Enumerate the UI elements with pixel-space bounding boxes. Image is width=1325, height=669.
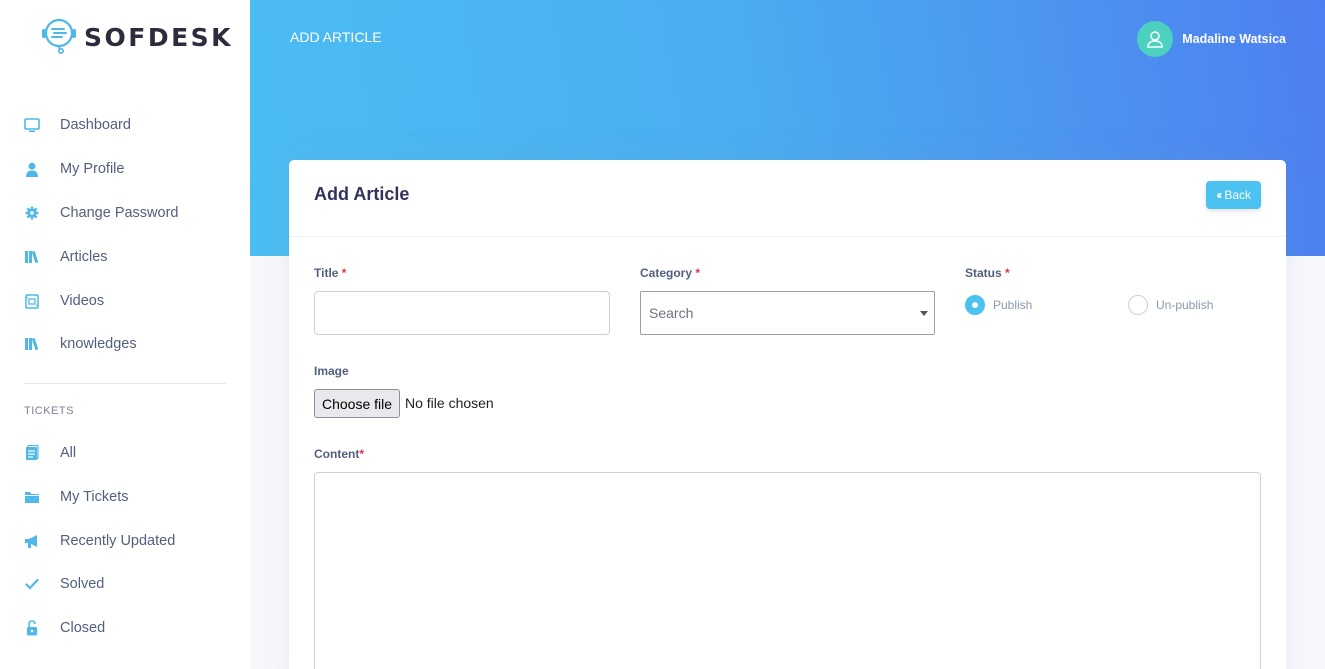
check-icon [22,574,42,594]
brand-name: SOFDESK [84,23,234,52]
status-radio-publish[interactable]: Publish [965,295,1032,315]
user-icon [22,159,42,179]
sidebar-item-closed[interactable]: Closed [0,610,250,646]
sidebar-item-label: All [60,445,77,461]
video-icon [22,291,42,311]
category-select[interactable]: Search [640,291,935,335]
content-label-text: Content [314,447,360,461]
required-mark: * [359,447,364,461]
sidebar: SOFDESK Dashboard My Profile Change Pass… [0,0,250,669]
sidebar-item-dashboard[interactable]: Dashboard [0,107,250,143]
sidebar-divider [24,383,226,384]
category-label: Category * [640,266,700,280]
sidebar-item-all-tickets[interactable]: All [0,435,250,471]
back-button-label: Back [1224,188,1251,202]
user-name: Madaline Watsica [1182,32,1286,46]
gear-icon [22,203,42,223]
category-label-text: Category [640,266,693,280]
sidebar-item-label: Dashboard [60,117,131,133]
image-label: Image [314,364,349,378]
status-label-text: Status [965,266,1002,280]
sidebar-item-label: Recently Updated [60,533,176,549]
sidebar-item-my-profile[interactable]: My Profile [0,151,250,187]
headset-logo-icon [38,14,80,61]
title-label-text: Title [314,266,339,280]
back-button[interactable]: ‹‹ Back [1206,181,1261,209]
add-article-card: Add Article ‹‹ Back Title * Category * S… [289,160,1286,669]
sidebar-item-my-tickets[interactable]: My Tickets [0,479,250,515]
required-mark: * [695,266,701,280]
status-label: Status * [965,266,1010,280]
folder-icon [22,487,42,507]
unlock-icon [22,618,42,638]
radio-checked[interactable] [965,295,985,315]
sidebar-item-knowledges[interactable]: knowledges [0,326,250,362]
logo[interactable]: SOFDESK [38,14,233,61]
choose-file-button[interactable]: Choose file [314,389,401,418]
radio-label: Publish [993,298,1033,312]
sidebar-item-change-password[interactable]: Change Password [0,195,250,231]
books-icon [22,334,42,354]
sidebar-item-label: knowledges [60,336,137,352]
sidebar-item-label: Change Password [60,205,179,221]
caret-down-icon [920,311,928,316]
required-mark: * [341,266,347,280]
sidebar-item-recently-updated[interactable]: Recently Updated [0,523,250,559]
page-title: ADD ARTICLE [290,29,382,45]
card-header: Add Article ‹‹ Back [289,160,1286,237]
file-status: No file chosen [405,395,494,411]
sidebar-item-videos[interactable]: Videos [0,283,250,319]
monitor-icon [22,115,42,135]
radio-label: Un-publish [1156,298,1214,312]
sidebar-item-label: Solved [60,576,105,592]
card-title: Add Article [314,184,410,204]
status-radio-unpublish[interactable]: Un-publish [1128,295,1213,315]
avatar [1137,21,1174,57]
sidebar-item-label: My Tickets [60,489,129,505]
sidebar-item-label: Articles [60,249,108,265]
sidebar-item-label: Closed [60,620,106,636]
radio-unchecked[interactable] [1128,295,1148,315]
document-icon [22,443,42,463]
sidebar-item-articles[interactable]: Articles [0,239,250,275]
megaphone-icon [22,531,42,551]
title-label: Title * [314,266,346,280]
sidebar-item-label: My Profile [60,161,125,177]
content-textarea[interactable] [314,472,1261,669]
title-input[interactable] [314,291,610,335]
required-mark: * [1005,266,1010,280]
user-outline-icon [1147,31,1164,48]
books-icon [22,247,42,267]
category-placeholder: Search [649,305,694,321]
sidebar-item-label: Videos [60,293,105,309]
user-menu[interactable]: Madaline Watsica [1137,21,1286,57]
content-label: Content* [314,447,364,461]
sidebar-item-solved[interactable]: Solved [0,566,250,602]
tickets-heading: TICKETS [24,405,74,417]
double-chevron-left-icon: ‹‹ [1216,188,1222,202]
